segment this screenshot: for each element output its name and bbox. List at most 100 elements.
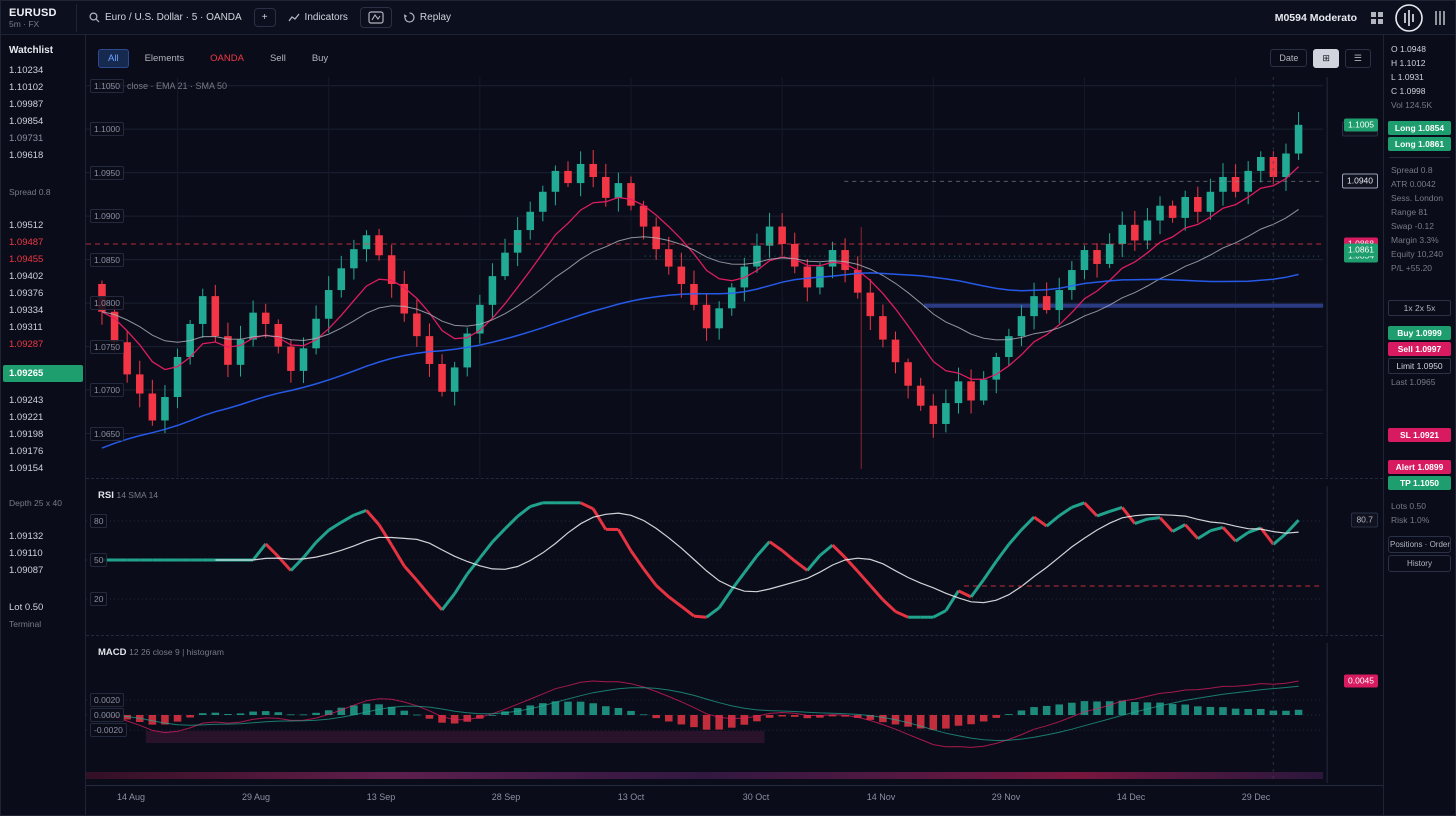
time-axis-label: 29 Dec: [1242, 792, 1271, 802]
chart-toolbar: All Elements OANDA Sell Buy Date ⊞ ☰: [98, 45, 1371, 71]
time-axis[interactable]: 14 Aug29 Aug13 Sep28 Sep13 Oct30 Oct14 N…: [86, 785, 1383, 809]
panel-stat: Range 81: [1388, 206, 1451, 218]
object-tree-button[interactable]: ☰: [1345, 49, 1371, 68]
ladder-row[interactable]: 1.09334: [1, 302, 85, 319]
main-chart-canvas[interactable]: [86, 77, 1383, 477]
ladder-row[interactable]: 1.09087: [1, 562, 85, 579]
panel-divider: [1389, 157, 1450, 158]
buy-badge[interactable]: Buy 1.0999: [1388, 326, 1451, 340]
panel-stat: O 1.0948: [1388, 43, 1451, 55]
price-ladder-panel: Watchlist 1.102341.101021.099871.098541.…: [1, 35, 86, 816]
ladder-row[interactable]: 1.09854: [1, 113, 85, 130]
ladder-row[interactable]: 1.09311: [1, 319, 85, 336]
macd-canvas[interactable]: [86, 643, 1383, 783]
panel-stat: Vol 124.5K: [1388, 99, 1451, 111]
time-axis-label: 14 Nov: [867, 792, 896, 802]
chart-tab-all[interactable]: All: [98, 49, 129, 68]
macd-pane[interactable]: MACD 12 26 close 9 | histogram 0.00200.0…: [86, 643, 1383, 783]
ladder-row[interactable]: 1.09243: [1, 392, 85, 409]
ladder-label: Terminal: [1, 616, 85, 633]
ladder-row[interactable]: 1.10234: [1, 62, 85, 79]
trading-app-window: EURUSD 5m · FX Euro / U.S. Dollar · 5 · …: [0, 0, 1456, 816]
pane-separator[interactable]: [86, 478, 1383, 486]
order-panel: O 1.0948H 1.1012L 1.0931C 1.0998Vol 124.…: [1383, 35, 1455, 816]
time-axis-label: 14 Aug: [117, 792, 145, 802]
panel-button[interactable]: Positions · Orders: [1388, 536, 1451, 553]
chart-tab-sell[interactable]: Sell: [260, 49, 296, 68]
ladder-row[interactable]: 1.09987: [1, 96, 85, 113]
ladder-row[interactable]: 1.09455: [1, 251, 85, 268]
panel-stat: C 1.0998: [1388, 85, 1451, 97]
limit-badge[interactable]: Limit 1.0950: [1388, 358, 1451, 374]
price-tag-greenline[interactable]: 1.0861: [1344, 244, 1378, 257]
ladder-row[interactable]: 1.09198: [1, 426, 85, 443]
sell-badge[interactable]: SL 1.0921: [1388, 428, 1451, 442]
ladder-row[interactable]: 1.10102: [1, 79, 85, 96]
rsi-canvas[interactable]: [86, 486, 1383, 634]
ladder-row[interactable]: 1.09512: [1, 217, 85, 234]
ladder-row[interactable]: Lot 0.50: [1, 599, 85, 616]
panel-button[interactable]: History: [1388, 555, 1451, 572]
apps-grid-button[interactable]: [1367, 8, 1387, 28]
replay-icon: [404, 12, 415, 23]
ladder-current-price[interactable]: 1.09265: [3, 365, 83, 382]
replay-button[interactable]: Replay: [396, 8, 459, 27]
indicators-label: Indicators: [305, 12, 348, 23]
chart-tab-oanda[interactable]: OANDA: [200, 49, 254, 68]
time-axis-label: 13 Sep: [367, 792, 396, 802]
ladder-row[interactable]: 1.09402: [1, 268, 85, 285]
ladder-row[interactable]: 1.09287: [1, 336, 85, 353]
price-tag-green[interactable]: 1.1005: [1344, 118, 1378, 131]
macd-value-tag[interactable]: 0.0045: [1344, 675, 1378, 688]
panel-stat: Sess. London: [1388, 192, 1451, 204]
symbol-ticker: EURUSD: [9, 7, 68, 19]
ladder-title: Watchlist: [1, 41, 85, 62]
ladder-row[interactable]: 1.09176: [1, 443, 85, 460]
time-axis-label: 29 Nov: [992, 792, 1021, 802]
leverage-tabs[interactable]: 1x 2x 5x: [1388, 300, 1451, 316]
panel-stat: ATR 0.0042: [1388, 178, 1451, 190]
ladder-row[interactable]: 1.09487: [1, 234, 85, 251]
ladder-row[interactable]: 1.09110: [1, 545, 85, 562]
panel-stat: Equity 10,240: [1388, 248, 1451, 260]
layout-template-icon: [368, 11, 384, 24]
ladder-row[interactable]: 1.09154: [1, 460, 85, 477]
ladder-row[interactable]: 1.09132: [1, 528, 85, 545]
replay-label: Replay: [420, 12, 451, 23]
ladder-row[interactable]: 1.09731: [1, 130, 85, 147]
layout-templates-button[interactable]: [360, 7, 392, 28]
grid-icon: [1370, 11, 1384, 25]
buy-badge[interactable]: Long 1.0854: [1388, 121, 1451, 135]
panel-stat: H 1.1012: [1388, 57, 1451, 69]
menu-button[interactable]: [1431, 7, 1449, 29]
time-axis-label: 14 Dec: [1117, 792, 1146, 802]
broker-logo-icon: [1394, 3, 1424, 33]
price-pane[interactable]: EMA 8 close · EMA 21 · SMA 50 1.10501.10…: [86, 77, 1383, 477]
ladder-label: Depth 25 x 40: [1, 495, 85, 512]
panel-stat: Margin 3.3%: [1388, 234, 1451, 246]
symbol-block[interactable]: EURUSD 5m · FX: [1, 4, 77, 32]
pane-separator[interactable]: [86, 635, 1383, 643]
symbol-search-button[interactable]: Euro / U.S. Dollar · 5 · OANDA: [81, 8, 250, 27]
chart-tab-buy[interactable]: Buy: [302, 49, 338, 68]
sell-badge[interactable]: Sell 1.0997: [1388, 342, 1451, 356]
ladder-row[interactable]: 1.09618: [1, 147, 85, 164]
buy-badge[interactable]: Long 1.0861: [1388, 137, 1451, 151]
ladder-label: Spread 0.8: [1, 184, 85, 201]
time-axis-label: 30 Oct: [743, 792, 770, 802]
ladder-row[interactable]: 1.09221: [1, 409, 85, 426]
buy-badge[interactable]: TP 1.1050: [1388, 476, 1451, 490]
price-tag-boxed[interactable]: 1.0940: [1342, 174, 1378, 189]
date-range-button[interactable]: Date: [1270, 49, 1307, 67]
layout-grid-button[interactable]: ⊞: [1313, 49, 1339, 68]
indicators-button[interactable]: Indicators: [280, 8, 356, 27]
indicators-icon: [288, 12, 300, 23]
ladder-row[interactable]: 1.09376: [1, 285, 85, 302]
menu-bars-icon: [1434, 10, 1446, 26]
time-axis-label: 13 Oct: [618, 792, 645, 802]
sell-badge[interactable]: Alert 1.0899: [1388, 460, 1451, 474]
rsi-pane[interactable]: RSI 14 SMA 14 80502080.7: [86, 486, 1383, 634]
time-axis-label: 29 Aug: [242, 792, 270, 802]
chart-tab-elements[interactable]: Elements: [135, 49, 195, 68]
compare-button[interactable]: +: [254, 8, 276, 27]
